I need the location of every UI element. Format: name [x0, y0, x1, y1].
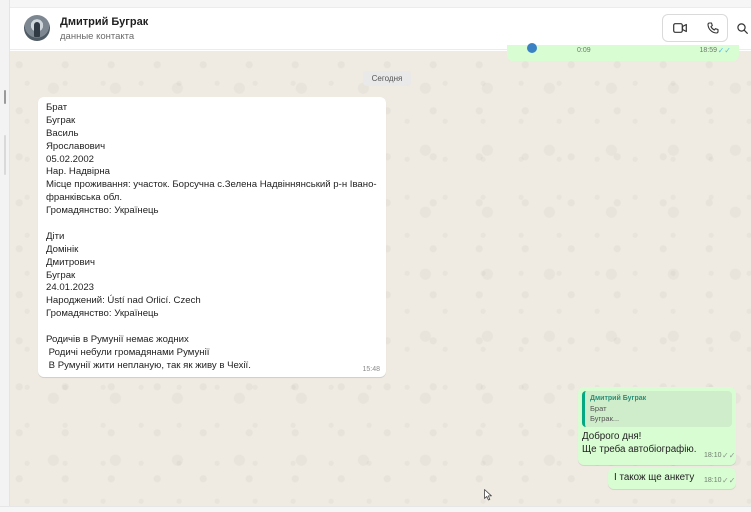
message-line: Ще треба автобіографію.	[582, 444, 697, 455]
message-line: Місце проживання: участок. Борсучна с.Зе…	[46, 179, 377, 204]
delivered-check-icon: ✓✓	[722, 476, 736, 485]
message-line: Василь	[46, 127, 79, 139]
message-line: Родичів в Румунії немає жодних	[46, 334, 189, 346]
message-time: 18:10	[704, 477, 722, 484]
video-call-button[interactable]	[663, 15, 696, 41]
message-time: 18:59	[699, 47, 717, 54]
outgoing-message-bubble[interactable]: І також ще анкету 18:10 ✓✓	[608, 468, 736, 489]
message-line: Буграк	[46, 114, 76, 126]
mouse-cursor-icon	[484, 489, 492, 501]
quote-author: Дмитрий Буграк	[590, 395, 647, 402]
phone-icon	[706, 22, 719, 34]
message-line: Громадянство: Українець	[46, 308, 159, 320]
quote-line: Брат	[590, 404, 607, 413]
outgoing-message-bubble[interactable]: Дмитрий Буграк Брат Буграк... Доброго дн…	[578, 387, 736, 465]
avatar[interactable]	[24, 15, 50, 41]
voice-message-bubble[interactable]: 0:09 18:59 ✓✓	[507, 43, 739, 61]
message-line: Дмитрович	[46, 256, 95, 268]
message-line: І також ще анкету	[614, 472, 695, 483]
message-line: Брат	[46, 102, 68, 113]
window-top-bar	[0, 0, 751, 8]
date-separator: Сегодня	[363, 71, 411, 86]
chat-header: Дмитрий Буграк данные контакта	[10, 8, 751, 50]
message-line: Буграк	[46, 269, 76, 281]
video-call-icon	[672, 23, 687, 33]
voice-duration: 0:09	[577, 47, 591, 54]
message-line: Родичі небули громадянами Румунії	[46, 346, 210, 358]
sidebar-divider	[4, 135, 6, 175]
search-icon	[737, 22, 748, 34]
message-line: Діти	[46, 230, 65, 242]
message-line	[46, 218, 378, 231]
message-line: В Румунії жити непланую, так як живу в Ч…	[46, 359, 251, 371]
message-line: Народжений: Ústí nad Orlicí. Czech	[46, 295, 201, 307]
message-line: Доброго дня!	[582, 431, 642, 442]
chat-area[interactable]: 0:09 18:59 ✓✓ Сегодня Брат Буграк Василь…	[10, 43, 751, 506]
message-time: 18:10	[704, 452, 722, 459]
read-check-icon: ✓✓	[717, 46, 731, 55]
scroll-indicator[interactable]	[4, 90, 6, 104]
voice-play-icon[interactable]	[527, 43, 537, 53]
search-button[interactable]	[734, 14, 751, 42]
quoted-message[interactable]: Дмитрий Буграк Брат Буграк...	[582, 391, 732, 427]
avatar-figure	[34, 22, 40, 37]
message-line	[46, 321, 378, 334]
message-line: Громадянство: Українець	[46, 205, 159, 217]
contact-info-link[interactable]: данные контакта	[60, 31, 134, 42]
message-line: 24.01.2023	[46, 282, 95, 294]
voice-call-button[interactable]	[696, 15, 729, 41]
message-line: 05.02.2002	[46, 153, 95, 165]
incoming-message-bubble[interactable]: Брат Буграк Василь Ярославович 05.02.200…	[38, 97, 386, 377]
quote-line: Буграк...	[590, 414, 620, 423]
delivered-check-icon: ✓✓	[722, 451, 736, 460]
message-line: Домінік	[46, 243, 79, 255]
call-buttons-group	[662, 14, 728, 42]
message-line: Нар. Надвірна	[46, 166, 110, 178]
message-line: Ярославович	[46, 140, 106, 152]
contact-name[interactable]: Дмитрий Буграк	[60, 16, 148, 28]
message-time: 15:48	[362, 366, 380, 373]
left-sidebar-strip	[0, 0, 10, 512]
composer-edge	[0, 506, 751, 512]
